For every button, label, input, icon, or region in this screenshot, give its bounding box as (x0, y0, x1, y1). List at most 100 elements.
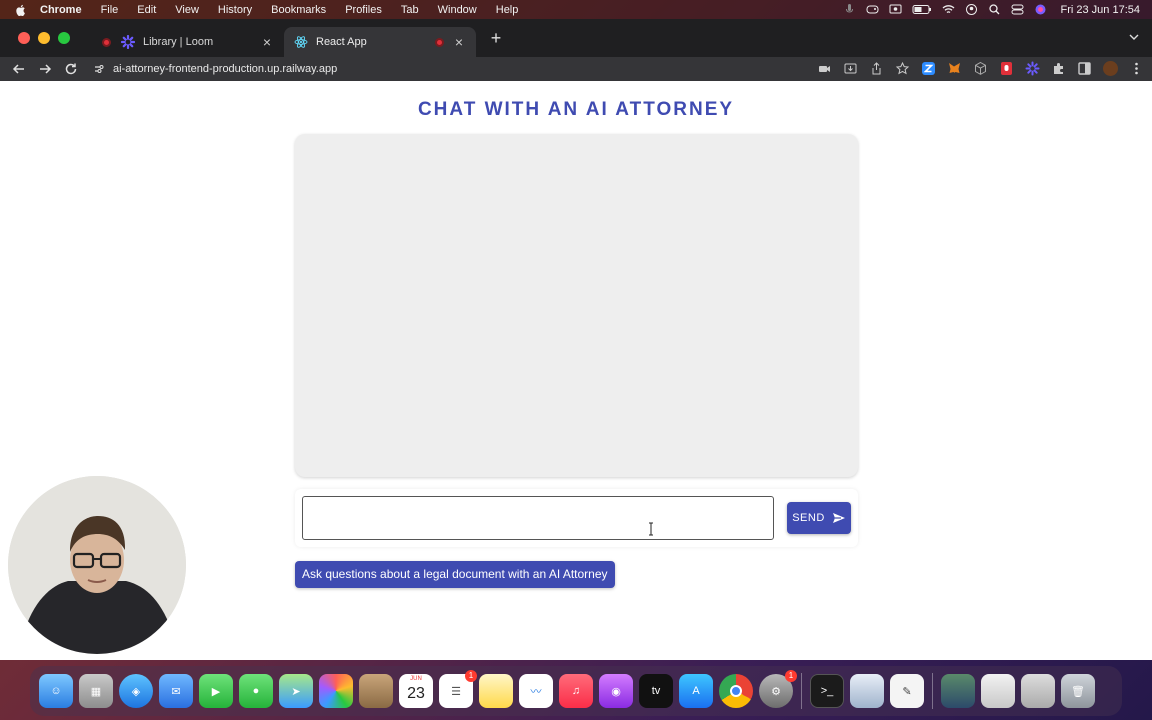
react-icon (294, 36, 308, 48)
photos-icon[interactable] (319, 674, 353, 708)
calendar-day: 23 (407, 685, 425, 702)
loom-record-icon[interactable] (999, 61, 1014, 76)
page-caption: Ask questions about a legal document wit… (295, 561, 615, 588)
chrome-icon[interactable] (719, 674, 753, 708)
calendar-month: JUN (410, 676, 422, 682)
chat-messages-panel[interactable] (295, 134, 858, 477)
forward-arrow-icon[interactable] (38, 62, 52, 76)
message-input[interactable] (302, 496, 774, 540)
loom-icon (121, 35, 135, 49)
text-cursor-icon (649, 522, 653, 536)
tab-library-loom[interactable]: Library | Loom × (92, 27, 284, 57)
tab-react-app[interactable]: React App × (284, 27, 476, 57)
minimize-window-button[interactable] (38, 32, 50, 44)
puzzle-extensions-icon[interactable] (1051, 61, 1066, 76)
calendar-icon[interactable]: JUN 23 (399, 674, 433, 708)
more-menu-icon[interactable] (1129, 61, 1144, 76)
menu-edit[interactable]: Edit (137, 4, 156, 16)
tab-title: React App (316, 36, 367, 48)
loom-extension-icon[interactable] (1025, 61, 1040, 76)
menu-profiles[interactable]: Profiles (345, 4, 382, 16)
back-arrow-icon[interactable] (12, 62, 26, 76)
music-icon[interactable]: ♫ (559, 674, 593, 708)
profile-avatar[interactable] (1103, 61, 1118, 76)
camera-icon[interactable] (817, 61, 832, 76)
menu-window[interactable]: Window (438, 4, 477, 16)
apple-tv-icon[interactable]: tv (639, 674, 673, 708)
podcasts-icon[interactable]: ◉ (599, 674, 633, 708)
menu-app-name[interactable]: Chrome (40, 4, 82, 16)
close-window-button[interactable] (18, 32, 30, 44)
recording-indicator-icon (435, 37, 444, 47)
cube-extension-icon[interactable] (973, 61, 988, 76)
mic-icon[interactable] (843, 4, 856, 15)
mail-icon[interactable]: ✉ (159, 674, 193, 708)
preview-icon[interactable] (850, 674, 884, 708)
textedit-icon[interactable]: ✎ (890, 674, 924, 708)
reminders-badge: 1 (465, 670, 477, 682)
battery-icon[interactable] (912, 4, 932, 15)
notes-icon[interactable] (479, 674, 513, 708)
new-tab-button[interactable]: + (486, 28, 506, 49)
address-bar[interactable]: ai-attorney-frontend-production.up.railw… (94, 63, 337, 75)
side-panel-icon[interactable] (1077, 61, 1092, 76)
tab-strip: Library | Loom × React App × + (0, 19, 1152, 57)
trash-icon[interactable]: 🗑 (1061, 674, 1095, 708)
contacts-icon[interactable] (359, 674, 393, 708)
send-button[interactable]: SEND (787, 502, 851, 534)
downloads-stack-icon[interactable] (941, 674, 975, 708)
install-icon[interactable] (843, 61, 858, 76)
app-store-icon[interactable]: A (679, 674, 713, 708)
messages-icon[interactable]: ● (239, 674, 273, 708)
siri-icon[interactable] (1034, 4, 1047, 15)
menu-view[interactable]: View (175, 4, 199, 16)
metamask-icon[interactable] (947, 61, 962, 76)
close-tab-icon[interactable]: × (452, 35, 466, 49)
macos-menu-bar: Chrome File Edit View History Bookmarks … (0, 0, 1152, 19)
finder-icon[interactable]: ☺ (39, 674, 73, 708)
launchpad-icon[interactable]: ▦ (79, 674, 113, 708)
wifi-icon[interactable] (942, 4, 955, 15)
zoom-extension-icon[interactable] (921, 61, 936, 76)
system-settings-icon[interactable]: ⚙ 1 (759, 670, 797, 708)
menu-file[interactable]: File (101, 4, 119, 16)
reload-icon[interactable] (64, 62, 78, 76)
menu-tab[interactable]: Tab (401, 4, 419, 16)
documents-stack-icon[interactable] (981, 674, 1015, 708)
macos-dock: ☺ ▦ ◈ ✉ ▶ ● ➤ JUN 23 ☰ 1 〰 ♫ ◉ tv A ⚙ 1 … (30, 666, 1122, 716)
webcam-person-image (8, 476, 186, 654)
facetime-icon[interactable]: ▶ (199, 674, 233, 708)
screenshot-stack-icon[interactable] (1021, 674, 1055, 708)
user-icon[interactable] (965, 4, 978, 15)
menubar-status-area: Fri 23 Jun 17:54 (843, 0, 1141, 19)
spotlight-search-icon[interactable] (988, 4, 1001, 15)
url-text[interactable]: ai-attorney-frontend-production.up.railw… (113, 63, 337, 75)
recording-indicator-icon (102, 37, 111, 47)
webcam-bubble[interactable] (8, 476, 186, 654)
reminders-icon[interactable]: ☰ 1 (439, 670, 477, 708)
site-info-icon[interactable] (94, 64, 104, 75)
browser-toolbar: ai-attorney-frontend-production.up.railw… (0, 57, 1152, 81)
bookmark-star-icon[interactable] (895, 61, 910, 76)
close-tab-icon[interactable]: × (260, 35, 274, 49)
terminal-icon[interactable]: >_ (810, 674, 844, 708)
send-arrow-icon (832, 513, 845, 523)
send-button-label: SEND (792, 512, 825, 524)
page-title: CHAT WITH AN AI ATTORNEY (417, 99, 735, 120)
chevron-down-icon[interactable] (1128, 31, 1140, 43)
menu-help[interactable]: Help (496, 4, 519, 16)
menu-bookmarks[interactable]: Bookmarks (271, 4, 326, 16)
apple-tv-label: tv (651, 685, 661, 697)
menubar-clock[interactable]: Fri 23 Jun 17:54 (1061, 4, 1141, 16)
share-icon[interactable] (869, 61, 884, 76)
zoom-window-button[interactable] (58, 32, 70, 44)
freeform-icon[interactable]: 〰 (519, 674, 553, 708)
menu-history[interactable]: History (218, 4, 252, 16)
tab-title: Library | Loom (143, 36, 214, 48)
control-center-icon[interactable] (1011, 4, 1024, 15)
maps-icon[interactable]: ➤ (279, 674, 313, 708)
screen-record-icon[interactable] (889, 4, 902, 15)
gamepad-icon[interactable] (866, 4, 879, 15)
safari-icon[interactable]: ◈ (119, 674, 153, 708)
apple-icon[interactable] (14, 3, 28, 17)
